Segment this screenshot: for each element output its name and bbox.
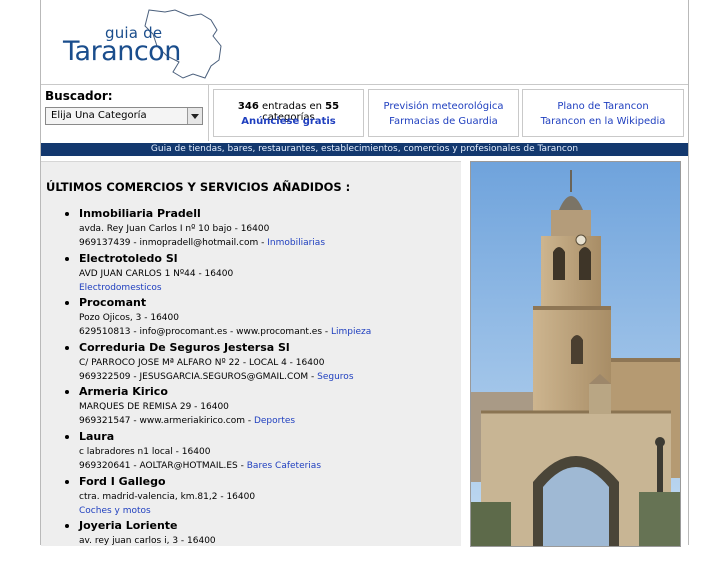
- listing-contact-line: 969320641 - AOLTAR@HOTMAIL.ES - Bares Ca…: [79, 461, 321, 471]
- listing-address: C/ PARROCO JOSE Mª ALFARO Nº 22 - LOCAL …: [79, 357, 325, 368]
- map-link[interactable]: Plano de Tarancon: [557, 101, 648, 112]
- site-header: guia de Tarancon: [41, 0, 688, 85]
- category-select[interactable]: Elija Una Categoría: [45, 107, 203, 125]
- listing-name[interactable]: Electrotoledo Sl: [79, 252, 178, 265]
- page-container: guia de Tarancon Buscador: Elija Una Cat…: [40, 0, 689, 547]
- chevron-down-icon[interactable]: [187, 108, 202, 124]
- info-links-box: Previsión meteorológica Farmacias de Gua…: [368, 89, 519, 137]
- pharmacies-link[interactable]: Farmacias de Guardia: [389, 116, 498, 127]
- listing-contact: 629510813 - info@procomant.es - www.proc…: [79, 327, 331, 338]
- town-links-box: Plano de Tarancon Tarancon en la Wikiped…: [522, 89, 684, 137]
- search-panel: Buscador: Elija Una Categoría: [41, 85, 209, 141]
- listing-contact-line: 969322509 - JESUSGARCIA.SEGUROS@GMAIL.CO…: [79, 372, 354, 382]
- listing-category-link[interactable]: Deportes: [254, 416, 295, 426]
- stats-box: 346 entradas en 55 categorías Anúnciese …: [213, 89, 364, 137]
- stats-text-mid: entradas en: [258, 101, 326, 112]
- listing-name[interactable]: Ford I Gallego: [79, 475, 166, 488]
- toolbar: Buscador: Elija Una Categoría 346 entrad…: [41, 85, 688, 141]
- listing-contact: 969322509 - JESUSGARCIA.SEGUROS@GMAIL.CO…: [79, 371, 318, 382]
- categories-count: 55: [325, 101, 340, 112]
- search-label: Buscador:: [45, 89, 113, 103]
- site-tagline: Guia de tiendas, bares, restaurantes, es…: [41, 143, 688, 156]
- listing-contact-line: 969137439 - inmopradell@hotmail.com - In…: [79, 238, 325, 248]
- listing-contact-line: 969321547 - www.armeriakirico.com - Depo…: [79, 416, 295, 426]
- listing-category-link[interactable]: Limpieza: [331, 327, 371, 337]
- listing-contact: 969320641 - AOLTAR@HOTMAIL.ES -: [79, 460, 247, 471]
- listing-address: c labradores n1 local - 16400: [79, 446, 211, 457]
- listing-contact-line: Coches y motos: [79, 506, 151, 516]
- listing-category-link[interactable]: Inmobiliarias: [267, 238, 325, 248]
- listing-contact-line: Electrodomesticos: [79, 283, 162, 293]
- listing-category-link[interactable]: Seguros: [317, 372, 353, 382]
- entries-count: 346: [237, 101, 259, 112]
- listing-name[interactable]: Joyeria Loriente: [79, 519, 178, 532]
- listing-address: avda. Rey Juan Carlos I nº 10 bajo - 164…: [79, 224, 270, 234]
- weather-link[interactable]: Previsión meteorológica: [384, 101, 504, 112]
- listing-contact: 969321547 - www.armeriakirico.com -: [79, 416, 254, 427]
- listing-name[interactable]: Armeria Kirico: [79, 385, 168, 398]
- listing-contact-line: 629510813 - info@procomant.es - www.proc…: [79, 327, 371, 337]
- listing-category-link[interactable]: Coches y motos: [79, 506, 151, 516]
- section-title: ÚLTIMOS COMERCIOS Y SERVICIOS AÑADIDOS :: [46, 180, 351, 194]
- listing-contact: 969137439 - inmopradell@hotmail.com -: [79, 238, 268, 248]
- listing-name[interactable]: Correduria De Seguros Jestersa Sl: [79, 341, 290, 354]
- listing-name[interactable]: Inmobiliaria Pradell: [79, 207, 201, 220]
- wikipedia-link[interactable]: Tarancon en la Wikipedia: [541, 116, 666, 127]
- listing-category-link[interactable]: Bares Cafeterias: [247, 461, 321, 471]
- category-select-value: Elija Una Categoría: [51, 110, 147, 121]
- church-tower-photo: [470, 161, 681, 547]
- listing-address: ctra. madrid-valencia, km.81,2 - 16400: [79, 491, 256, 502]
- latest-listings-panel: ÚLTIMOS COMERCIOS Y SERVICIOS AÑADIDOS :…: [41, 161, 461, 546]
- listing-name[interactable]: Laura: [79, 430, 114, 443]
- listing-address: Pozo Ojicos, 3 - 16400: [79, 313, 179, 324]
- advertise-link[interactable]: Anúnciese gratis: [241, 116, 335, 127]
- listing-address: MARQUES DE REMISA 29 - 16400: [79, 402, 229, 413]
- listing-category-link[interactable]: Electrodomesticos: [79, 283, 162, 293]
- logo-title: Tarancon: [63, 36, 181, 67]
- listing-name[interactable]: Procomant: [79, 296, 146, 309]
- listing-address: AVD JUAN CARLOS 1 Nº44 - 16400: [79, 268, 234, 279]
- site-logo[interactable]: guia de Tarancon: [61, 6, 251, 82]
